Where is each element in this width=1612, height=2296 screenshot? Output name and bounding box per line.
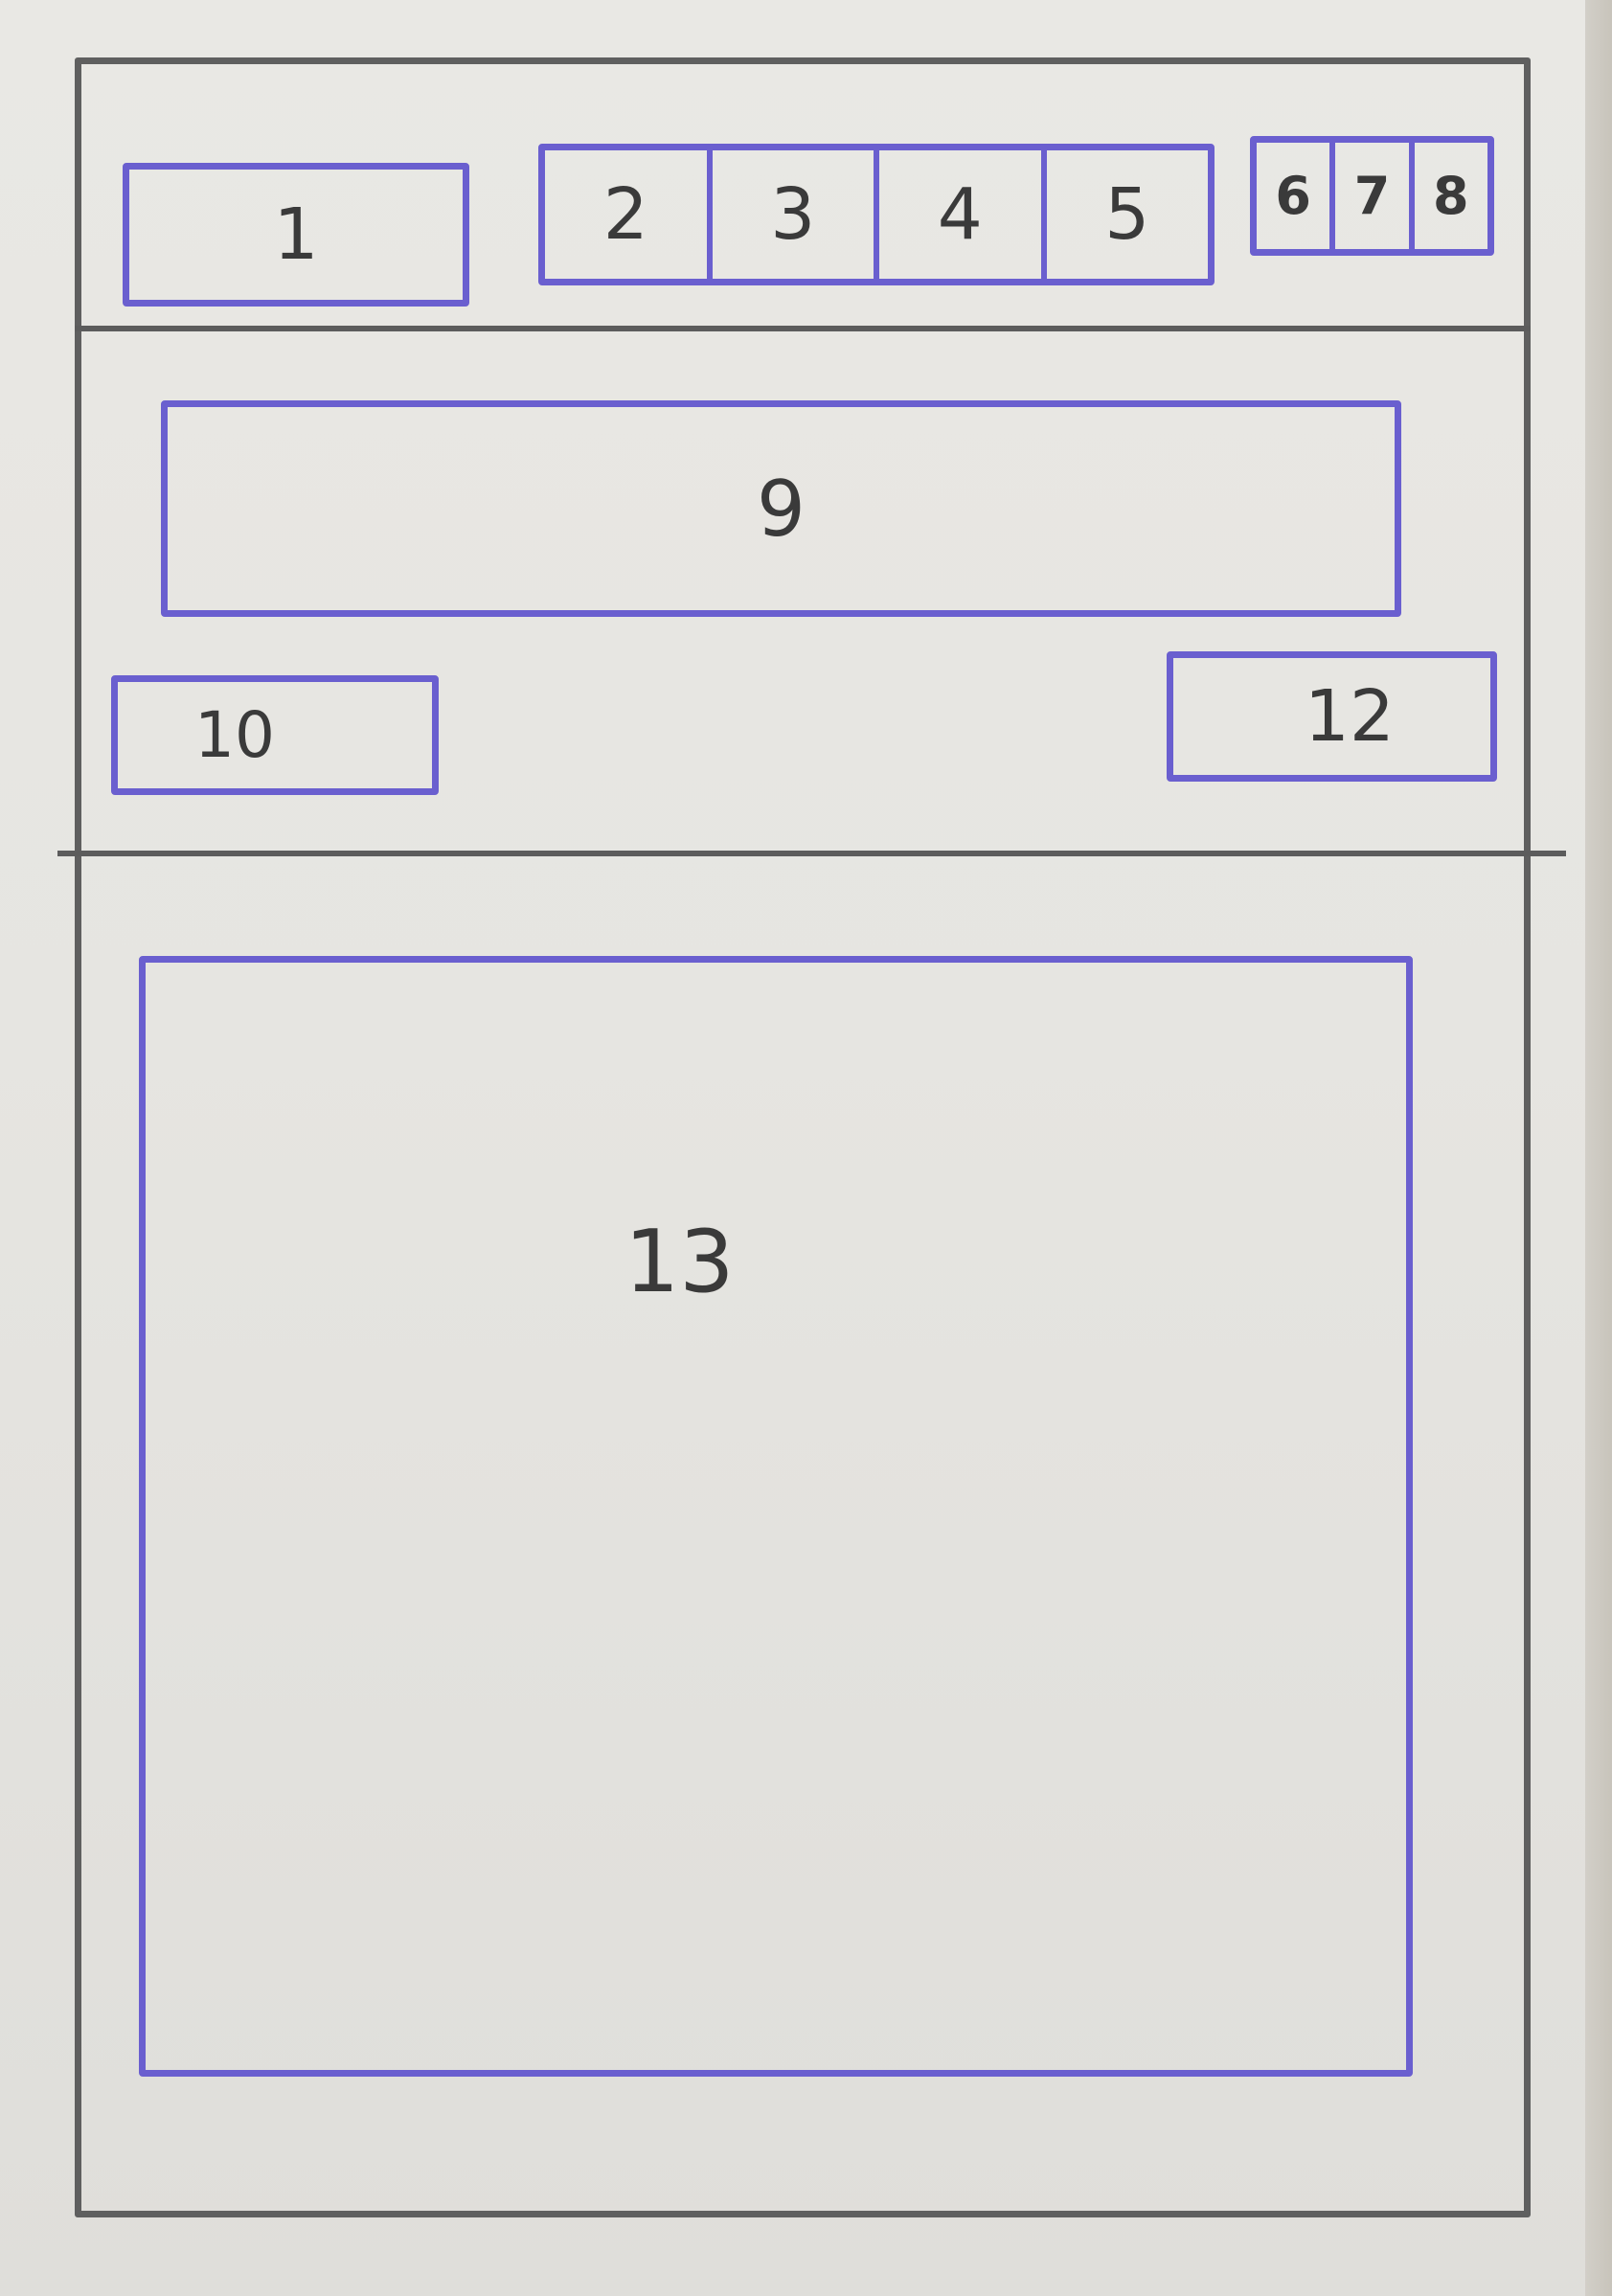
mini-button-7[interactable]: 7 bbox=[1335, 143, 1415, 249]
right-button-label: 12 bbox=[1304, 675, 1395, 758]
logo-box[interactable]: 1 bbox=[123, 163, 469, 307]
controls-divider bbox=[57, 851, 1566, 856]
left-button[interactable]: 10 bbox=[111, 675, 439, 795]
tab-5[interactable]: 5 bbox=[1047, 150, 1209, 279]
tab-bar: 2 3 4 5 bbox=[538, 144, 1215, 285]
tab-label: 3 bbox=[770, 173, 816, 256]
tab-label: 5 bbox=[1104, 173, 1150, 256]
tab-3[interactable]: 3 bbox=[713, 150, 879, 279]
tab-label: 2 bbox=[602, 173, 648, 256]
mini-button-6[interactable]: 6 bbox=[1257, 143, 1336, 249]
tab-label: 4 bbox=[937, 173, 983, 256]
logo-label: 1 bbox=[273, 193, 319, 276]
header-divider bbox=[75, 326, 1531, 331]
mini-button-group: 6 7 8 bbox=[1250, 136, 1494, 256]
main-content-panel[interactable]: 13 bbox=[139, 956, 1413, 2077]
paper-edge bbox=[1585, 0, 1612, 2296]
mini-button-label: 7 bbox=[1353, 166, 1391, 226]
main-content-label: 13 bbox=[624, 1212, 735, 1312]
wide-input-box[interactable]: 9 bbox=[161, 400, 1401, 617]
mini-button-label: 8 bbox=[1433, 166, 1469, 226]
wide-input-label: 9 bbox=[757, 464, 806, 554]
mini-button-8[interactable]: 8 bbox=[1415, 143, 1487, 249]
tab-2[interactable]: 2 bbox=[545, 150, 713, 279]
left-button-label: 10 bbox=[194, 698, 275, 772]
tab-4[interactable]: 4 bbox=[879, 150, 1047, 279]
right-button[interactable]: 12 bbox=[1167, 651, 1497, 782]
mini-button-label: 6 bbox=[1275, 166, 1311, 226]
